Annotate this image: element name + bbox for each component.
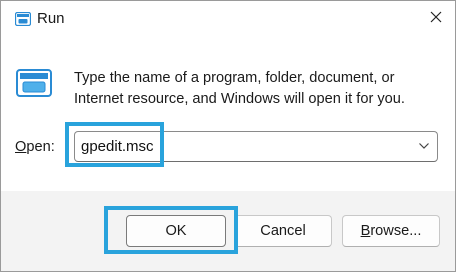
open-label: Open:	[15, 139, 55, 155]
title-bar: Run	[1, 1, 455, 39]
run-dialog: Run Type the name of a program, folder, …	[0, 0, 456, 272]
close-icon	[430, 10, 442, 28]
dialog-description: Type the name of a program, folder, docu…	[74, 70, 405, 107]
run-icon	[14, 11, 32, 27]
browse-accelerator: B	[360, 223, 371, 239]
dialog-content: Type the name of a program, folder, docu…	[1, 39, 455, 189]
browse-button[interactable]: Browse...	[342, 215, 440, 247]
browse-label: rowse...	[370, 223, 422, 239]
open-input[interactable]	[81, 133, 401, 160]
ok-button[interactable]: OK	[126, 215, 226, 247]
cancel-button[interactable]: Cancel	[234, 215, 332, 247]
open-label-text: pen:	[26, 139, 55, 155]
chevron-down-icon[interactable]	[415, 137, 433, 155]
close-button[interactable]	[417, 1, 455, 37]
window-title: Run	[37, 10, 65, 27]
run-app-icon	[16, 69, 52, 97]
open-combobox[interactable]	[74, 131, 438, 162]
open-label-accelerator: O	[15, 139, 27, 155]
button-bar: OK Cancel Browse...	[1, 191, 455, 271]
